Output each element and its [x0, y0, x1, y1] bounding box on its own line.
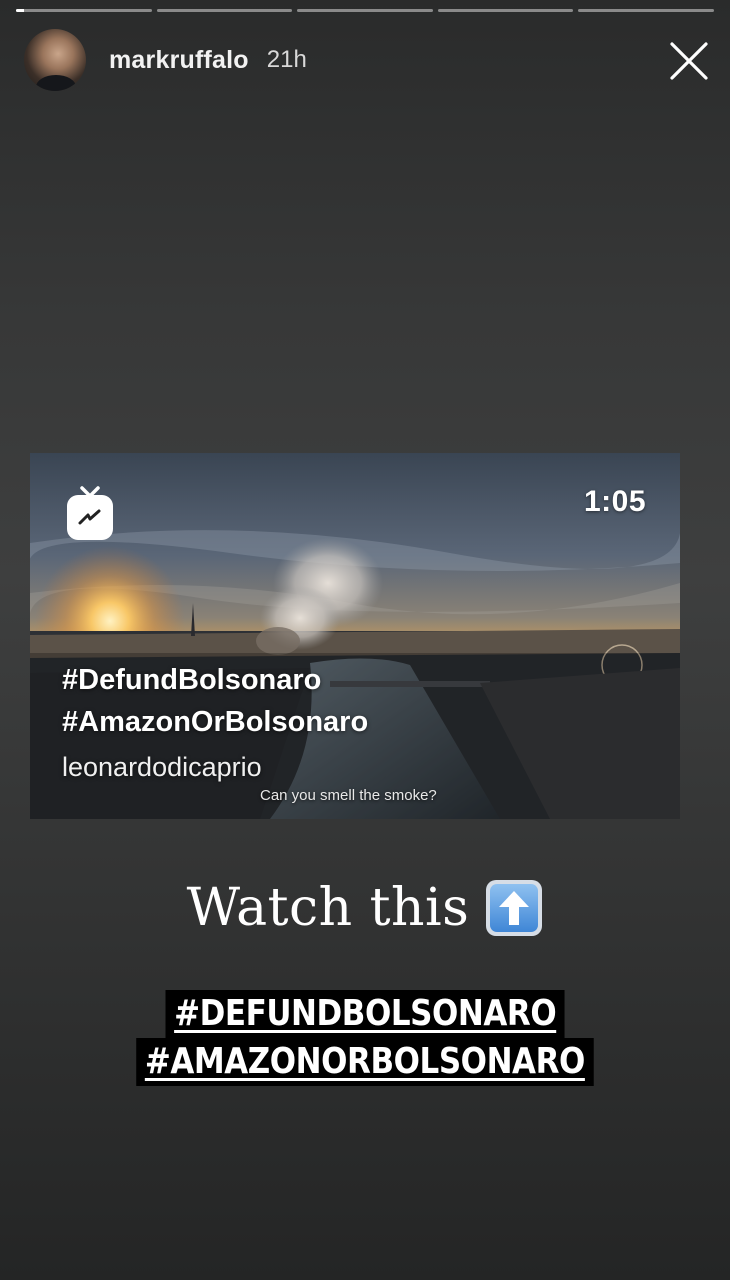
- progress-segment: [578, 9, 714, 12]
- close-button[interactable]: [668, 40, 710, 82]
- up-arrow-emoji-icon: [486, 880, 543, 936]
- card-overlay-text: #DefundBolsonaro #AmazonOrBolsonaro leon…: [62, 659, 642, 787]
- progress-segment: [297, 9, 433, 12]
- watch-this-text-row: Watch this: [0, 878, 730, 938]
- card-hashtag: #AmazonOrBolsonaro: [62, 706, 369, 738]
- story-text: Watch this: [186, 878, 470, 938]
- video-duration: 1:05: [583, 485, 646, 518]
- username[interactable]: markruffalo: [109, 46, 249, 75]
- hashtag-stickers: #DEFUNDBOLSONARO #AMAZONORBOLSONARO: [0, 990, 730, 1086]
- progress-segment: [437, 9, 574, 12]
- progress-segment: [16, 9, 152, 12]
- igtv-video-card[interactable]: 1:05 #DefundBolsonaro #AmazonOrBolsonaro…: [30, 453, 680, 819]
- card-hashtag: #DefundBolsonaro: [62, 664, 322, 696]
- video-caption: Can you smell the smoke?: [260, 787, 437, 804]
- close-icon: [670, 42, 708, 80]
- avatar[interactable]: [24, 29, 86, 91]
- igtv-icon: [66, 485, 114, 541]
- card-author[interactable]: leonardodicaprio: [62, 747, 642, 787]
- hashtag-sticker[interactable]: #AMAZONORBOLSONARO: [136, 1038, 594, 1086]
- hashtag-sticker[interactable]: #DEFUNDBOLSONARO: [165, 990, 565, 1038]
- story-header: markruffalo 21h: [24, 28, 710, 92]
- story-progress-bar: [16, 9, 714, 13]
- post-time: 21h: [266, 46, 307, 73]
- progress-segment: [156, 9, 293, 12]
